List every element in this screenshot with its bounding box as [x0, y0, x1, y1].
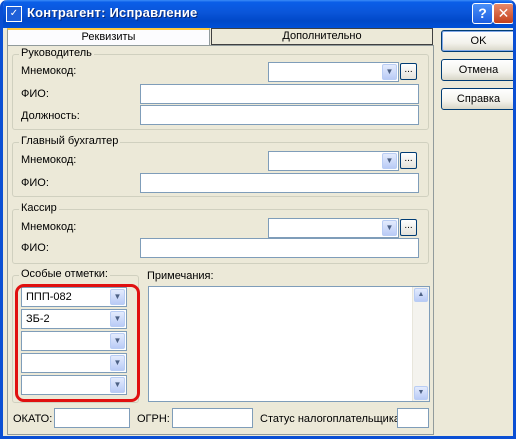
close-button[interactable]: ✕: [493, 3, 513, 24]
chief-accountant-fio-label: ФИО:: [21, 177, 49, 189]
ellipsis-icon: ...: [404, 64, 413, 75]
chief-accountant-mnemocode-label: Мнемокод:: [21, 154, 77, 166]
notes-textarea[interactable]: ▲ ▼: [148, 286, 430, 402]
taxpayer-status-label: Статус налогоплательщика:: [260, 413, 404, 425]
help-button[interactable]: Справка: [441, 88, 513, 110]
cashier-mnemocode-label: Мнемокод:: [21, 221, 77, 233]
cashier-fio-label: ФИО:: [21, 242, 49, 254]
ogrn-input[interactable]: [172, 408, 253, 428]
app-icon: ✓: [6, 6, 22, 22]
okato-label: ОКАТО:: [13, 413, 53, 425]
director-mnemocode-combo[interactable]: ▼: [268, 62, 399, 82]
cashier-fio-input[interactable]: [140, 238, 419, 258]
cashier-mnemocode-combo[interactable]: ▼: [268, 218, 399, 238]
notes-label: Примечания:: [147, 270, 214, 282]
okato-input[interactable]: [54, 408, 130, 428]
arrow-up-icon[interactable]: ▲: [414, 288, 428, 302]
ellipsis-icon: ...: [404, 153, 413, 164]
director-position-input[interactable]: [140, 105, 419, 125]
chevron-down-icon[interactable]: ▼: [382, 64, 397, 80]
highlight-annotation: [15, 284, 140, 402]
ok-button[interactable]: OK: [441, 30, 513, 52]
cashier-ellipsis-button[interactable]: ...: [400, 219, 417, 236]
director-legend: Руководитель: [19, 47, 94, 59]
cancel-button[interactable]: Отмена: [441, 59, 513, 81]
director-ellipsis-button[interactable]: ...: [400, 63, 417, 80]
director-mnemocode-label: Мнемокод:: [21, 65, 77, 77]
director-fio-label: ФИО:: [21, 88, 49, 100]
tab-requisites[interactable]: Реквизиты: [7, 28, 210, 46]
director-position-label: Должность:: [21, 110, 80, 122]
taxpayer-status-input[interactable]: [397, 408, 429, 428]
ogrn-label: ОГРН:: [137, 413, 170, 425]
window-title: Контрагент: Исправление: [27, 5, 198, 20]
ellipsis-icon: ...: [404, 220, 413, 231]
tab-additional[interactable]: Дополнительно: [211, 28, 433, 45]
chief-accountant-mnemocode-combo[interactable]: ▼: [268, 151, 399, 171]
director-fio-input[interactable]: [140, 84, 419, 104]
help-title-button[interactable]: ?: [472, 3, 493, 24]
dialog-window: ✓ Контрагент: Исправление ? ✕ Реквизиты …: [0, 0, 516, 439]
special-marks-label: Особые отметки:: [19, 268, 110, 280]
arrow-down-icon[interactable]: ▼: [414, 386, 428, 400]
title-bar[interactable]: ✓ Контрагент: Исправление ? ✕: [3, 0, 513, 28]
notes-scrollbar[interactable]: ▲ ▼: [412, 287, 429, 401]
chief-accountant-ellipsis-button[interactable]: ...: [400, 152, 417, 169]
chevron-down-icon[interactable]: ▼: [382, 153, 397, 169]
chevron-down-icon[interactable]: ▼: [382, 220, 397, 236]
chief-accountant-legend: Главный бухгалтер: [19, 135, 121, 147]
cashier-legend: Кассир: [19, 202, 59, 214]
chief-accountant-fio-input[interactable]: [140, 173, 419, 193]
